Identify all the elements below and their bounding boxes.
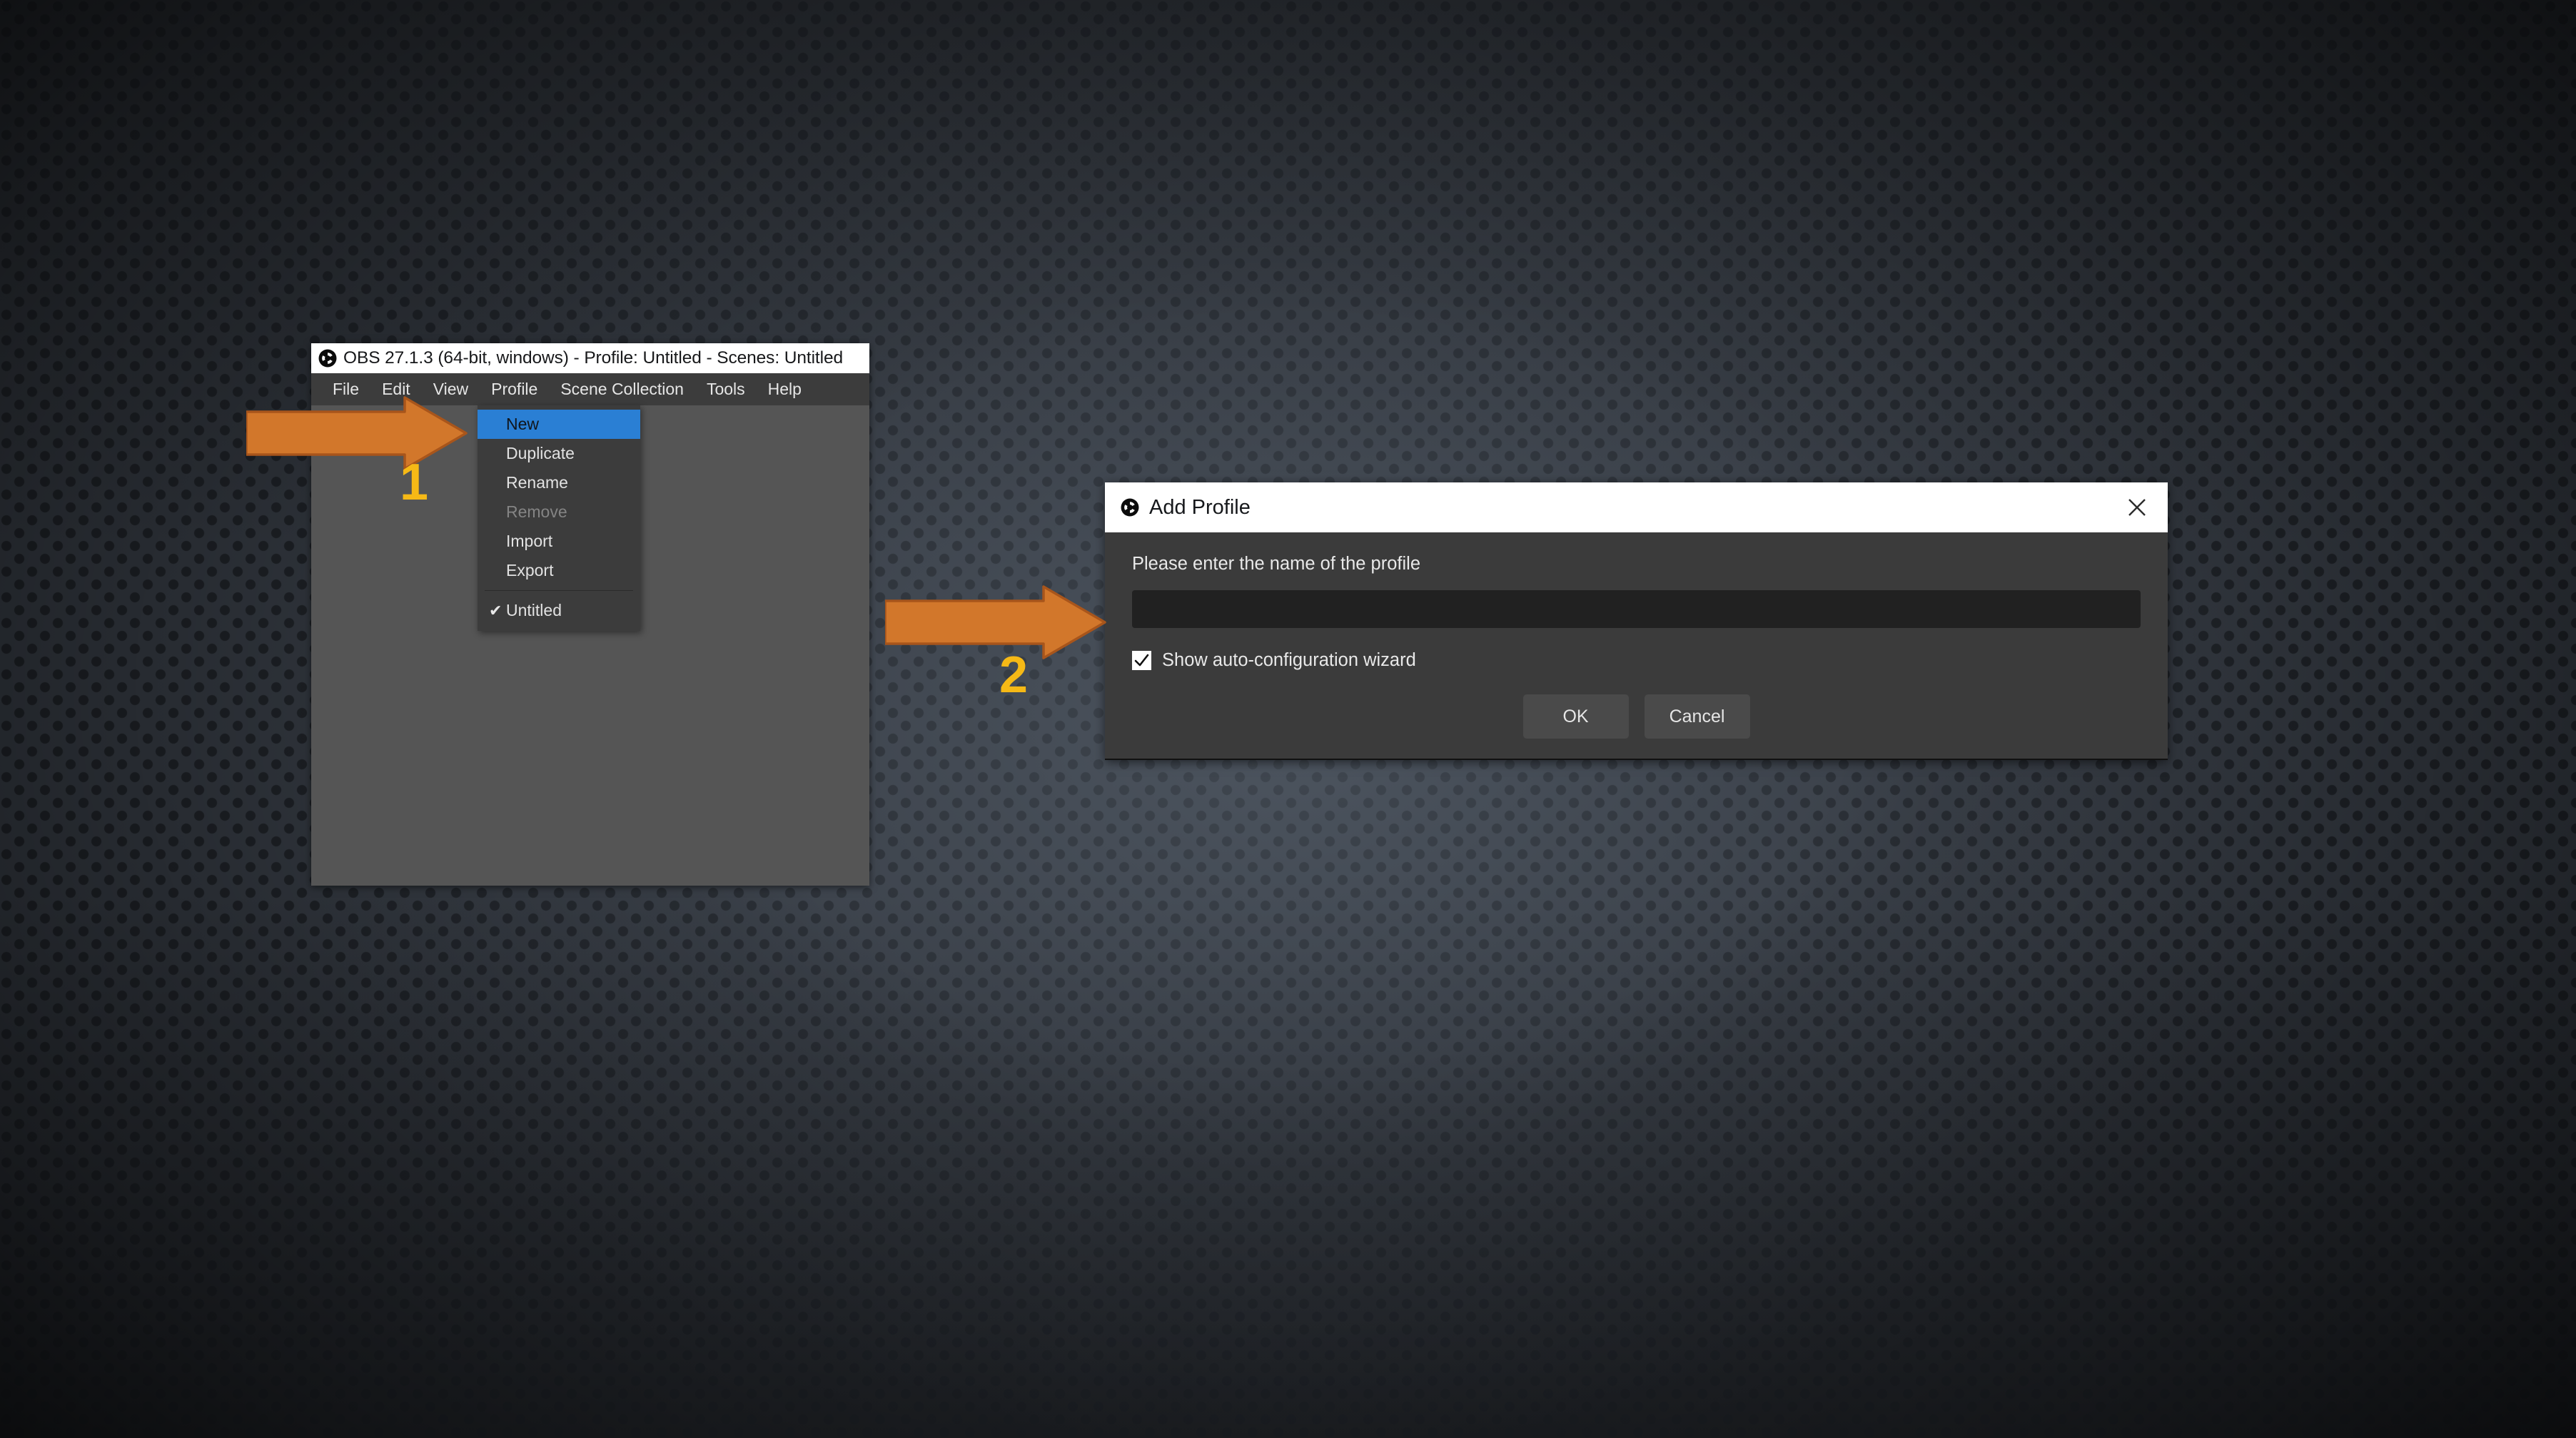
obs-logo-icon	[318, 349, 337, 368]
menu-item-scene-collection[interactable]: Scene Collection	[549, 373, 695, 405]
obs-window-title: OBS 27.1.3 (64-bit, windows) - Profile: …	[343, 348, 844, 368]
obs-titlebar: OBS 27.1.3 (64-bit, windows) - Profile: …	[311, 343, 869, 373]
profile-menu-import[interactable]: Import	[478, 527, 640, 556]
show-wizard-checkbox[interactable]	[1132, 651, 1151, 670]
profile-menu-duplicate[interactable]: Duplicate	[478, 439, 640, 468]
checkmark-icon: ✔	[489, 602, 502, 619]
dialog-titlebar: Add Profile	[1105, 482, 2168, 532]
profile-menu-untitled[interactable]: ✔ Untitled	[478, 596, 640, 625]
profile-dropdown-menu: New Duplicate Rename Remove Import Expor…	[478, 405, 640, 631]
dialog-title: Add Profile	[1149, 495, 1251, 519]
profile-menu-new[interactable]: New	[478, 410, 640, 439]
profile-menu-untitled-label: Untitled	[506, 601, 562, 619]
obs-window-body: New Duplicate Rename Remove Import Expor…	[311, 405, 869, 886]
cancel-button[interactable]: Cancel	[1644, 694, 1750, 739]
profile-name-input[interactable]	[1132, 590, 2141, 628]
annotation-step-number-2: 2	[999, 647, 1029, 704]
obs-logo-icon	[1121, 498, 1139, 517]
profile-menu-export[interactable]: Export	[478, 556, 640, 585]
annotation-arrow-2	[885, 585, 1106, 660]
close-x-icon[interactable]	[2122, 492, 2152, 522]
add-profile-dialog: Add Profile Please enter the name of the…	[1105, 482, 2168, 760]
wizard-checkbox-row: Show auto-configuration wizard	[1132, 650, 2141, 671]
profile-menu-rename[interactable]: Rename	[478, 468, 640, 497]
menu-item-profile[interactable]: Profile	[480, 373, 549, 405]
menu-item-tools[interactable]: Tools	[695, 373, 757, 405]
annotation-step-number-1: 1	[400, 454, 429, 511]
profile-menu-remove: Remove	[506, 502, 567, 521]
dialog-button-row: OK Cancel	[1132, 694, 2141, 739]
menu-item-help[interactable]: Help	[757, 373, 813, 405]
show-wizard-label: Show auto-configuration wizard	[1162, 650, 1416, 670]
dialog-prompt-label: Please enter the name of the profile	[1132, 554, 1421, 574]
annotation-arrow-1	[246, 396, 468, 471]
profile-menu-separator	[485, 590, 633, 591]
ok-button[interactable]: OK	[1522, 694, 1629, 739]
dialog-body: Please enter the name of the profile Sho…	[1105, 532, 2168, 739]
